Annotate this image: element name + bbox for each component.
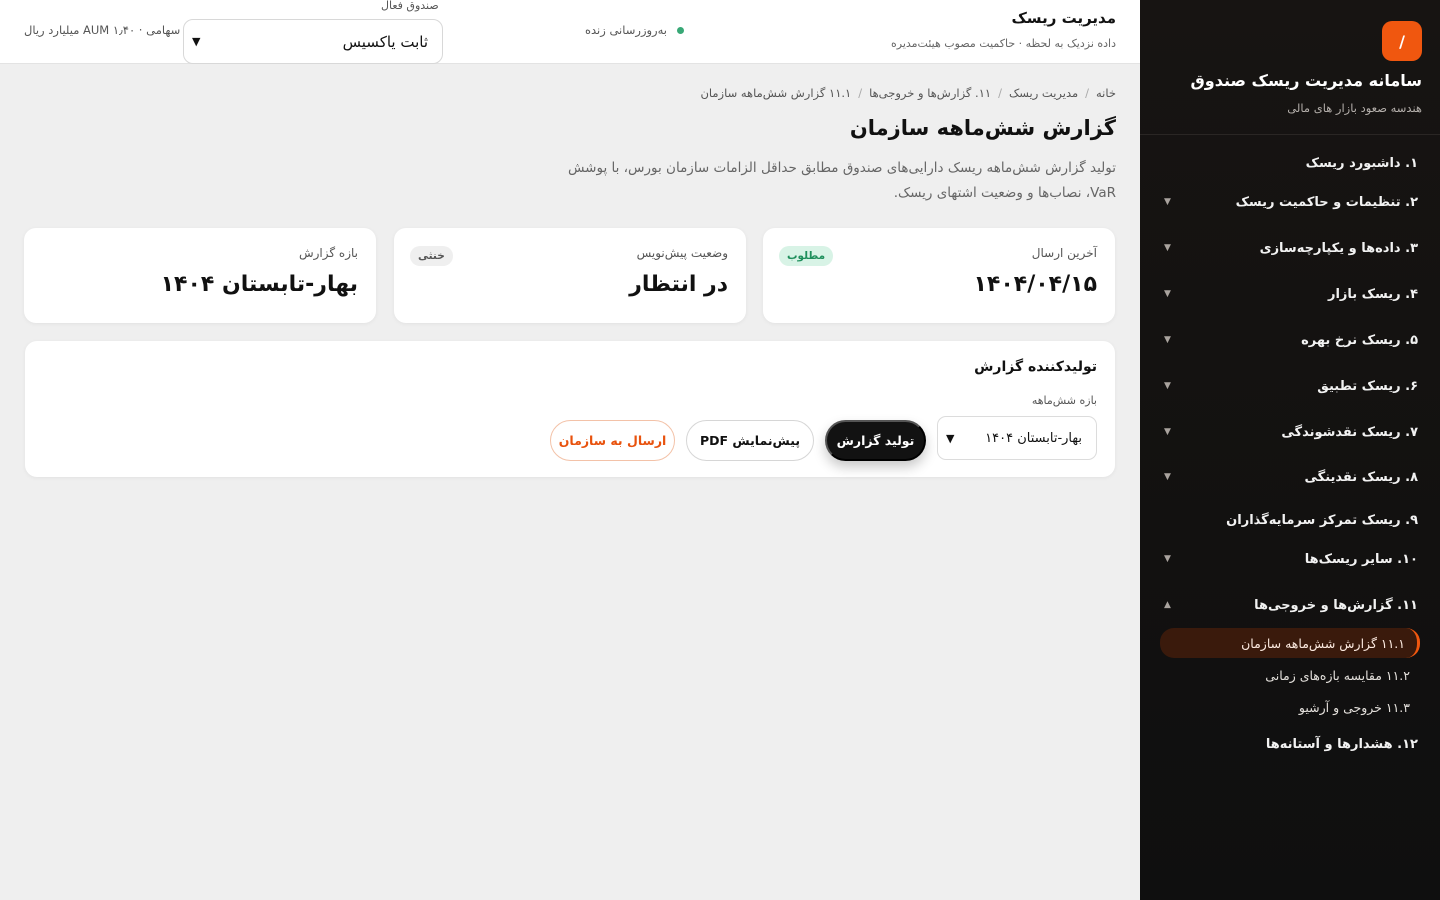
sidebar-item-other-risks[interactable]: ۱۰. سایر ریسک‌ها ▼ [1162, 547, 1418, 571]
live-update-indicator: به‌روزرسانی زنده [585, 23, 684, 37]
sidebar-item-label: ۷. ریسک نقدشوندگی [1281, 424, 1418, 440]
sidebar-item-label: ۵. ریسک نرخ بهره [1301, 332, 1418, 348]
breadcrumb-reports[interactable]: ۱۱. گزارش‌ها و خروجی‌ها [869, 86, 991, 100]
sidebar-item-risk-governance[interactable]: ۲. تنظیمات و حاکمیت ریسک ▼ [1162, 190, 1418, 214]
sidebar-subitem-label: ۱۱.۳ خروجی و آرشیو [1298, 699, 1410, 715]
stat-card-last-submission: آخرین ارسال ۱۴۰۴/۰۴/۱۵ مطلوب [763, 228, 1115, 323]
sidebar-subitem-semiannual-report[interactable]: ۱۱.۱ گزارش شش‌ماهه سازمان [1160, 628, 1420, 658]
sidebar-item-alerts-thresholds[interactable]: ۱۲. هشدارها و آستانه‌ها [1162, 732, 1418, 756]
stat-label: آخرین ارسال [1031, 246, 1097, 260]
app-subtitle: هندسه صعود بازار های مالی [1287, 101, 1422, 115]
period-select[interactable]: بهار-تابستان ۱۴۰۴ ▼ [937, 416, 1097, 460]
sidebar-item-label: ۳. داده‌ها و یکپارچه‌سازی [1259, 240, 1418, 256]
live-update-label: به‌روزرسانی زنده [585, 23, 667, 37]
sidebar-item-reports-outputs[interactable]: ۱۱. گزارش‌ها و خروجی‌ها ▲ [1162, 593, 1418, 617]
sidebar-item-label: ۲. تنظیمات و حاکمیت ریسک [1235, 194, 1418, 210]
stat-value: ۱۴۰۴/۰۴/۱۵ [973, 272, 1098, 297]
sidebar-item-label: ۱۱. گزارش‌ها و خروجی‌ها [1254, 597, 1418, 613]
page-description: تولید گزارش شش‌ماهه ریسک دارایی‌های صندو… [567, 160, 1116, 201]
stat-label: بازه گزارش [298, 246, 358, 260]
sidebar-item-interest-rate-risk[interactable]: ۵. ریسک نرخ بهره ▼ [1162, 328, 1418, 352]
breadcrumb-separator: / [998, 86, 1002, 100]
live-dot-icon [676, 26, 684, 34]
sidebar-item-market-liquidity-risk[interactable]: ۷. ریسک نقدشوندگی ▼ [1162, 420, 1418, 444]
status-badge: خنثی [410, 246, 453, 266]
sidebar-item-market-risk[interactable]: ۴. ریسک بازار ▼ [1162, 282, 1418, 306]
status-badge: مطلوب [779, 246, 834, 266]
breadcrumb-risk-management[interactable]: مدیریت ریسک [1009, 86, 1078, 100]
generate-report-button[interactable]: تولید گزارش [825, 420, 926, 461]
breadcrumb-separator: / [858, 86, 863, 100]
breadcrumb-separator: / [1085, 86, 1090, 100]
sidebar-item-label: ۶. ریسک تطبیق [1317, 378, 1418, 394]
sidebar-item-label: ۱. داشبورد ریسک [1305, 155, 1418, 171]
sidebar-header: / سامانه مدیریت ریسک صندوق هندسه صعود با… [1140, 0, 1440, 135]
chevron-down-icon: ▼ [192, 35, 201, 48]
breadcrumb: خانه / مدیریت ریسک / ۱۱. گزارش‌ها و خروج… [700, 86, 1116, 100]
report-generator-card: تولیدکننده گزارش بازه شش‌ماهه بهار-تابست… [25, 341, 1115, 477]
chevron-down-icon: ▼ [1164, 289, 1171, 299]
sidebar-item-investor-concentration-risk[interactable]: ۹. ریسک تمرکز سرمایه‌گذاران [1162, 508, 1418, 532]
brand-logo[interactable]: / [1382, 21, 1422, 61]
topbar-subtitle: داده نزدیک به لحظه · حاکمیت مصوب هیئت‌مد… [891, 37, 1116, 50]
stat-card-report-period: بازه گزارش بهار-تابستان ۱۴۰۴ [24, 228, 376, 323]
sidebar-item-risk-dashboard[interactable]: ۱. داشبورد ریسک [1162, 151, 1418, 175]
sidebar: / سامانه مدیریت ریسک صندوق هندسه صعود با… [1140, 0, 1440, 900]
chevron-down-icon: ▼ [946, 431, 955, 445]
breadcrumb-home[interactable]: خانه [1096, 86, 1116, 100]
stat-card-draft-status: وضعیت پیش‌نویس در انتظار خنثی [394, 228, 746, 323]
preview-pdf-button[interactable]: پیش‌نمایش PDF [686, 420, 814, 461]
active-fund-label: صندوق فعال [381, 0, 439, 12]
sidebar-subitem-export-archive[interactable]: ۱۱.۳ خروجی و آرشیو [1299, 692, 1420, 722]
app-title: سامانه مدیریت ریسک صندوق [1190, 71, 1423, 90]
period-select-label: بازه شش‌ماهه [1031, 394, 1097, 407]
sidebar-subitem-label: ۱۱.۲ مقایسه بازه‌های زمانی [1265, 667, 1410, 683]
sidebar-item-compliance-risk[interactable]: ۶. ریسک تطبیق ▼ [1162, 374, 1418, 398]
topbar-title: مدیریت ریسک [1011, 9, 1116, 27]
stat-value: در انتظار [629, 272, 728, 297]
chevron-down-icon: ▼ [1164, 554, 1171, 564]
sidebar-subitem-label: ۱۱.۱ گزارش شش‌ماهه سازمان [1241, 635, 1405, 651]
sidebar-item-label: ۱۰. سایر ریسک‌ها [1304, 551, 1418, 567]
stat-value: بهار-تابستان ۱۴۰۴ [160, 272, 358, 297]
chevron-down-icon: ▼ [1164, 381, 1171, 391]
chevron-down-icon: ▼ [1164, 197, 1171, 207]
sidebar-item-label: ۱۲. هشدارها و آستانه‌ها [1265, 736, 1418, 752]
sidebar-item-data-integration[interactable]: ۳. داده‌ها و یکپارچه‌سازی ▼ [1162, 236, 1418, 260]
page-title: گزارش شش‌ماهه سازمان [849, 116, 1116, 140]
breadcrumb-current: ۱۱.۱ گزارش شش‌ماهه سازمان [700, 86, 852, 100]
top-bar: مدیریت ریسک داده نزدیک به لحظه · حاکمیت … [0, 0, 1140, 64]
sidebar-item-label: ۹. ریسک تمرکز سرمایه‌گذاران [1226, 512, 1418, 528]
active-fund-value: ثابت یاکسیس [342, 32, 428, 51]
sidebar-item-label: ۸. ریسک نقدینگی [1304, 469, 1418, 485]
report-generator-title: تولیدکننده گزارش [974, 359, 1097, 375]
active-fund-select[interactable]: ثابت یاکسیس ▼ [183, 19, 443, 64]
fund-aum-info: سهامی · AUM ۱٫۴۰ میلیارد ریال [24, 23, 181, 37]
chevron-down-icon: ▼ [1164, 243, 1171, 253]
stat-label: وضعیت پیش‌نویس [636, 246, 728, 260]
chevron-down-icon: ▼ [1164, 472, 1171, 482]
period-select-value: بهار-تابستان ۱۴۰۴ [985, 430, 1082, 446]
sidebar-item-liquidity-risk[interactable]: ۸. ریسک نقدینگی ▼ [1162, 465, 1418, 489]
chevron-up-icon: ▲ [1164, 600, 1171, 610]
submit-to-organization-button[interactable]: ارسال به سازمان [550, 420, 675, 461]
sidebar-item-label: ۴. ریسک بازار [1327, 286, 1418, 302]
chevron-down-icon: ▼ [1164, 427, 1171, 437]
sidebar-subitem-period-comparison[interactable]: ۱۱.۲ مقایسه بازه‌های زمانی [1265, 660, 1420, 690]
chevron-down-icon: ▼ [1164, 335, 1171, 345]
